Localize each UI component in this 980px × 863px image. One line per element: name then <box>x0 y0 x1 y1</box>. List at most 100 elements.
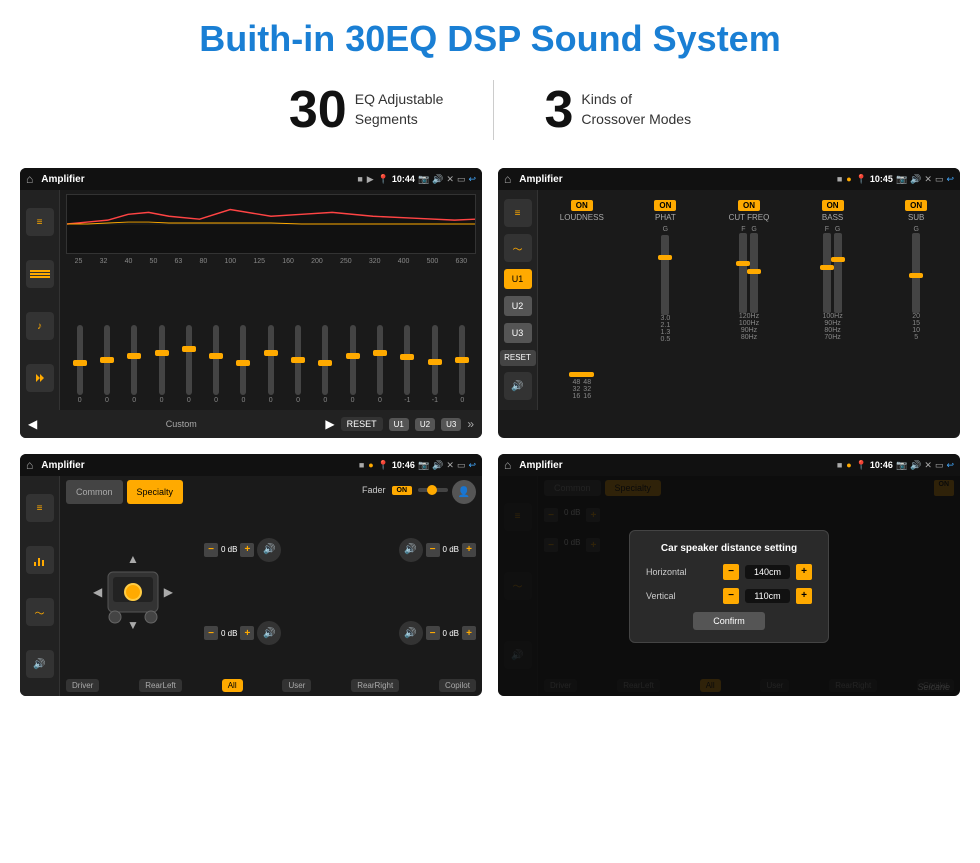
speaker-menu-btn[interactable]: ≡ <box>26 494 54 522</box>
joystick-area[interactable]: ▲ ▼ ◀ ▶ <box>66 510 200 673</box>
footer-all[interactable]: All <box>222 679 243 692</box>
up-arrow[interactable]: ▲ <box>127 552 139 566</box>
eq-next-btn[interactable]: ▶ <box>325 417 334 431</box>
eq-sidebar-btn-2[interactable] <box>26 260 54 288</box>
eq-slider-12[interactable]: -1 <box>404 325 410 404</box>
distance-home-icon[interactable]: ⌂ <box>504 458 511 472</box>
sub-title: SUB <box>908 213 924 222</box>
distance-close-icon: ✕ <box>924 460 932 471</box>
right-arrow[interactable]: ▶ <box>164 585 173 599</box>
home-icon[interactable]: ⌂ <box>26 172 33 186</box>
right-bottom-db: 🔊 − 0 dB + <box>342 594 476 674</box>
eq-reset-btn[interactable]: RESET <box>341 417 383 431</box>
eq-slider-13[interactable]: -1 <box>432 325 438 404</box>
left-top-plus[interactable]: + <box>240 543 254 557</box>
eq-slider-10[interactable]: 0 <box>350 325 356 404</box>
right-top-plus[interactable]: + <box>462 543 476 557</box>
crossover-home-icon[interactable]: ⌂ <box>504 172 511 186</box>
crossover-back-icon[interactable]: ↩ <box>946 174 954 185</box>
crossover-app-title: Amplifier <box>519 174 833 185</box>
crossover-main: ON LOUDNESS 64 64 <box>538 190 960 410</box>
crossover-status-bar: ⌂ Amplifier ■ ● 📍 10:45 📷 🔊 ✕ ▭ ↩ <box>498 168 960 190</box>
eq-sidebar-btn-3[interactable]: ♪ <box>26 312 54 340</box>
sub-on[interactable]: ON <box>905 200 927 211</box>
speaker-back-icon[interactable]: ↩ <box>468 460 476 471</box>
eq-slider-4[interactable]: 0 <box>186 325 192 404</box>
crossover-reset-btn[interactable]: RESET <box>500 350 536 366</box>
user-avatar-icon[interactable]: 👤 <box>452 480 476 504</box>
speaker-home-icon[interactable]: ⌂ <box>26 458 33 472</box>
eq-slider-11[interactable]: 0 <box>377 325 383 404</box>
eq-slider-14[interactable]: 0 <box>459 325 465 404</box>
crossover-speaker-btn[interactable]: 🔊 <box>504 372 532 400</box>
speaker-app-title: Amplifier <box>41 460 355 471</box>
distance-dialog: Car speaker distance setting Horizontal … <box>629 530 829 643</box>
eq-slider-1[interactable]: 0 <box>104 325 110 404</box>
footer-copilot[interactable]: Copilot <box>439 679 476 692</box>
speaker-wave-btn[interactable]: 〜 <box>26 598 54 626</box>
minimize-icon: ▭ <box>457 174 466 185</box>
left-bottom-plus[interactable]: + <box>240 626 254 640</box>
speaker-rec-icon: ■ <box>359 460 364 470</box>
footer-driver[interactable]: Driver <box>66 679 99 692</box>
vertical-plus[interactable]: + <box>796 588 812 604</box>
tab-specialty[interactable]: Specialty <box>127 480 184 504</box>
eq-sidebar-btn-1[interactable]: ≡ <box>26 208 54 236</box>
footer-rearleft[interactable]: RearLeft <box>139 679 182 692</box>
crossover-u2-btn[interactable]: U2 <box>504 296 532 316</box>
crossover-wave-btn[interactable]: 〜 <box>504 234 532 262</box>
speaker-eq-btn[interactable] <box>26 546 54 574</box>
confirm-button[interactable]: Confirm <box>693 612 765 630</box>
distance-vol-icon: 🔊 <box>910 460 921 471</box>
eq-expand-icon[interactable]: » <box>467 417 474 431</box>
cutfreq-on[interactable]: ON <box>738 200 760 211</box>
eq-slider-3[interactable]: 0 <box>159 325 165 404</box>
left-top-minus[interactable]: − <box>204 543 218 557</box>
bass-on[interactable]: ON <box>822 200 844 211</box>
eq-slider-7[interactable]: 0 <box>268 325 274 404</box>
speaker-spk-btn[interactable]: 🔊 <box>26 650 54 678</box>
eq-slider-2[interactable]: 0 <box>131 325 137 404</box>
crossover-u3-btn[interactable]: U3 <box>504 323 532 343</box>
horizontal-minus[interactable]: − <box>723 564 739 580</box>
distance-dialog-overlay: Car speaker distance setting Horizontal … <box>498 476 960 696</box>
left-bottom-minus[interactable]: − <box>204 626 218 640</box>
horizontal-plus[interactable]: + <box>796 564 812 580</box>
footer-user[interactable]: User <box>282 679 311 692</box>
screen-crossover: ⌂ Amplifier ■ ● 📍 10:45 📷 🔊 ✕ ▭ ↩ ≡ 〜 U1… <box>498 168 960 438</box>
crossover-body: ≡ 〜 U1 U2 U3 RESET 🔊 ON LOUDNESS <box>498 190 960 410</box>
phat-title: PHAT <box>655 213 676 222</box>
play-icon: ▶ <box>367 174 374 185</box>
right-top-minus[interactable]: − <box>426 543 440 557</box>
vertical-minus[interactable]: − <box>723 588 739 604</box>
eq-prev-btn[interactable]: ◀ <box>28 417 37 431</box>
eq-u1-btn[interactable]: U1 <box>389 418 409 431</box>
back-icon[interactable]: ↩ <box>468 174 476 185</box>
eq-status-bar: ⌂ Amplifier ■ ▶ 📍 10:44 📷 🔊 ✕ ▭ ↩ <box>20 168 482 190</box>
crossover-menu-btn[interactable]: ≡ <box>504 199 532 227</box>
eq-u3-btn[interactable]: U3 <box>441 418 461 431</box>
eq-slider-8[interactable]: 0 <box>295 325 301 404</box>
eq-slider-5[interactable]: 0 <box>213 325 219 404</box>
down-arrow[interactable]: ▼ <box>127 618 139 632</box>
eq-slider-0[interactable]: 0 <box>77 325 83 404</box>
tab-common[interactable]: Common <box>66 480 123 504</box>
right-bottom-minus[interactable]: − <box>426 626 440 640</box>
distance-back-icon[interactable]: ↩ <box>946 460 954 471</box>
main-title: Buith-in 30EQ DSP Sound System <box>0 0 980 70</box>
fader-toggle[interactable]: ON <box>392 486 413 495</box>
eq-sidebar-btn-4[interactable] <box>26 364 54 392</box>
eq-u2-btn[interactable]: U2 <box>415 418 435 431</box>
footer-rearright[interactable]: RearRight <box>351 679 399 692</box>
speaker-loc-icon: 📍 <box>378 460 389 471</box>
crossover-u1-btn[interactable]: U1 <box>504 269 532 289</box>
loudness-on[interactable]: ON <box>571 200 593 211</box>
eq-slider-6[interactable]: 0 <box>240 325 246 404</box>
phat-on[interactable]: ON <box>654 200 676 211</box>
left-arrow[interactable]: ◀ <box>93 585 102 599</box>
right-bottom-plus[interactable]: + <box>462 626 476 640</box>
crossover-close-icon: ✕ <box>924 174 932 185</box>
eq-slider-9[interactable]: 0 <box>322 325 328 404</box>
crossover-min-icon: ▭ <box>935 174 944 185</box>
eq-labels: 2532 4050 6380 100125 160200 250320 4005… <box>66 258 476 265</box>
